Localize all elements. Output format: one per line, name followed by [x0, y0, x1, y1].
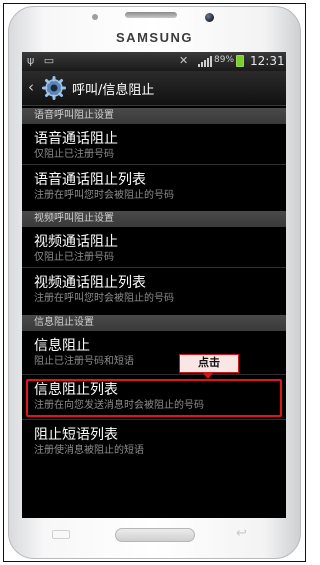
status-bar: ψ ▭ ✕ 89% 12:31: [22, 52, 286, 71]
usb-icon: ψ ▭: [27, 54, 58, 67]
tap-callout: 点击: [179, 354, 239, 373]
item-subtitle: 注册在呼叫您时会被阻止的号码: [34, 190, 174, 201]
item-subtitle: 阻止已注册号码和短语: [34, 356, 134, 367]
action-bar: ‹ 呼叫/信息阻止: [22, 71, 286, 106]
front-camera: [205, 13, 214, 22]
section-header-video: 视频呼叫阻止设置: [22, 211, 286, 227]
list-item-voice-block-list[interactable]: 语音通话阻止列表 注册在呼叫您时会被阻止的号码: [22, 165, 286, 205]
item-label: 语音通话阻止: [34, 131, 118, 147]
gear-icon[interactable]: [42, 76, 66, 100]
back-chevron-icon[interactable]: ‹: [28, 78, 34, 96]
item-label: 语音通话阻止列表: [34, 172, 146, 188]
highlight-box: [26, 379, 282, 417]
item-subtitle: 仅阻止已注册号码: [34, 149, 114, 160]
back-key-icon[interactable]: ↩: [236, 526, 247, 541]
battery-icon: [236, 55, 244, 67]
mute-icon: ✕: [179, 54, 189, 67]
list-item-video-block[interactable]: 视频通话阻止 仅阻止已注册号码: [22, 227, 286, 267]
list-item-message-block[interactable]: 信息阻止 阻止已注册号码和短语: [22, 331, 286, 371]
section-header-voice: 语音呼叫阻止设置: [22, 108, 286, 124]
list-item-phrase-block-list[interactable]: 阻止短语列表 注册使消息被阻止的短语: [22, 420, 286, 460]
list-item-video-block-list[interactable]: 视频通话阻止列表 注册在呼叫您时会被阻止的号码: [22, 268, 286, 308]
signal-icon: [198, 56, 212, 67]
item-label: 视频通话阻止列表: [34, 275, 146, 291]
item-subtitle: 注册在呼叫您时会被阻止的号码: [34, 293, 174, 304]
section-header-message: 信息阻止设置: [22, 315, 286, 331]
proximity-sensor: [92, 14, 98, 20]
battery-percent: 89%: [214, 55, 235, 65]
page-title: 呼叫/信息阻止: [72, 83, 155, 98]
item-label: 视频通话阻止: [34, 234, 118, 250]
menu-key[interactable]: [52, 530, 70, 539]
earpiece-speaker: [125, 12, 177, 18]
item-subtitle: 注册使消息被阻止的短语: [34, 445, 144, 456]
callout-pointer: [202, 372, 214, 379]
list-item-voice-block[interactable]: 语音通话阻止 仅阻止已注册号码: [22, 124, 286, 164]
item-subtitle: 仅阻止已注册号码: [34, 252, 114, 263]
item-label: 信息阻止: [34, 338, 90, 354]
home-button[interactable]: [115, 528, 195, 542]
item-label: 阻止短语列表: [34, 427, 118, 443]
phone-screen: ψ ▭ ✕ 89% 12:31 ‹ 呼叫/信息阻止 语音呼叫阻止设置 语音通话阻…: [22, 52, 286, 518]
brand-logo: SAMSUNG: [116, 30, 193, 45]
status-time: 12:31: [250, 54, 285, 68]
